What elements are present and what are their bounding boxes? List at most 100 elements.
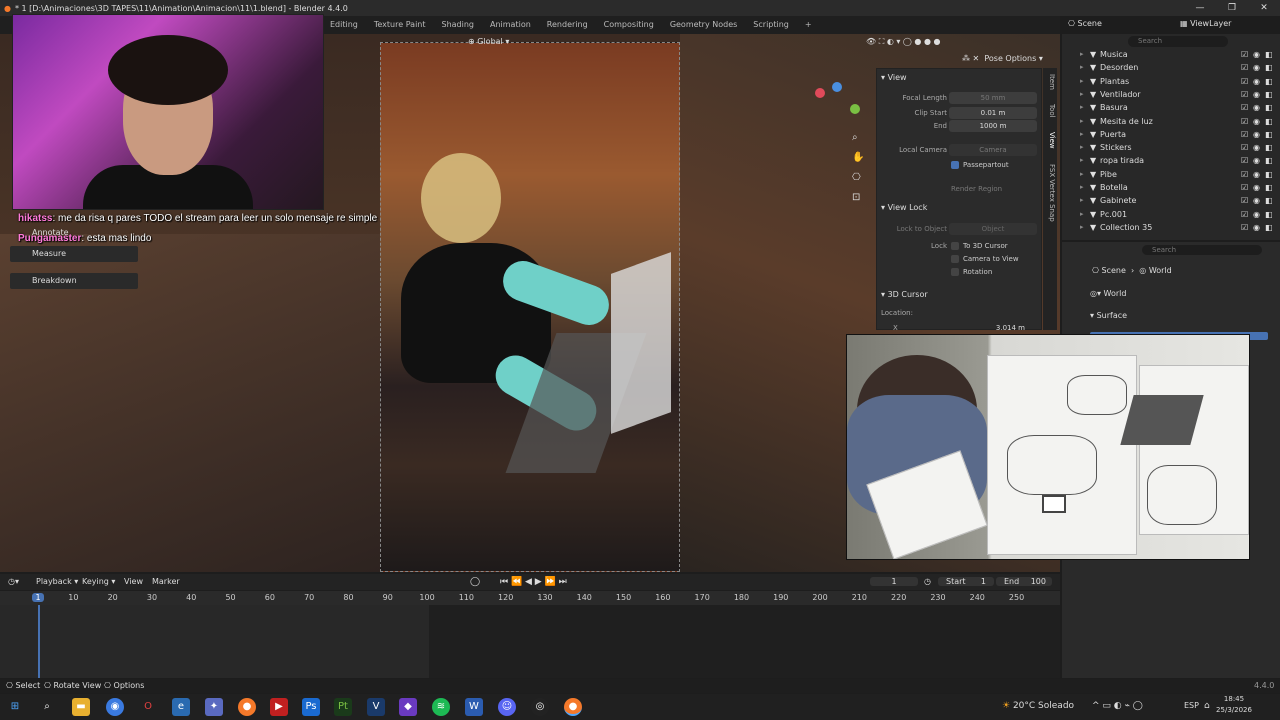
gizmo-z-icon[interactable] [832, 82, 842, 92]
render-camera-icon[interactable]: ◧ [1265, 48, 1273, 61]
render-camera-icon[interactable]: ◧ [1265, 128, 1273, 141]
tab-fsx-vertex-snap[interactable]: FSX Vertex Snap [1044, 164, 1056, 222]
language-indicator[interactable]: ESP [1184, 701, 1199, 710]
expand-arrow-icon[interactable]: ▸ [1080, 115, 1084, 128]
visibility-eye-icon[interactable]: ◉ [1253, 141, 1260, 154]
expand-arrow-icon[interactable]: ▸ [1080, 181, 1084, 194]
render-camera-icon[interactable]: ◧ [1265, 75, 1273, 88]
passepartout-checkbox[interactable]: Passepartout [951, 158, 1009, 172]
tab-rendering[interactable]: Rendering [539, 16, 596, 34]
pose-options-button[interactable]: ⁂ ✕ Pose Options ▾ [962, 54, 1043, 63]
chrome-icon[interactable]: ◉ [106, 698, 124, 716]
include-checkbox-icon[interactable]: ☑ [1241, 75, 1248, 88]
camera-view-icon[interactable]: ⎔ [852, 172, 861, 183]
edge-icon[interactable]: e [172, 698, 190, 716]
render-camera-icon[interactable]: ◧ [1265, 141, 1273, 154]
visibility-eye-icon[interactable]: ◉ [1253, 221, 1260, 234]
minimize-button[interactable]: — [1184, 0, 1216, 16]
outliner-item[interactable]: ▸ ▼ Mesita de luz ☑ ◉ ◧ [1062, 115, 1280, 128]
tab-shading[interactable]: Shading [434, 16, 483, 34]
include-checkbox-icon[interactable]: ☑ [1241, 115, 1248, 128]
surface-panel-header[interactable]: ▾ Surface [1090, 311, 1127, 320]
expand-arrow-icon[interactable]: ▸ [1080, 168, 1084, 181]
word-icon[interactable]: W [465, 698, 483, 716]
visibility-eye-icon[interactable]: ◉ [1253, 115, 1260, 128]
render-region-checkbox[interactable]: Render Region [951, 182, 1002, 196]
clock-date[interactable]: 25/3/2026 [1208, 706, 1260, 714]
include-checkbox-icon[interactable]: ☑ [1241, 88, 1248, 101]
add-workspace-button[interactable]: + [797, 16, 820, 34]
render-camera-icon[interactable]: ◧ [1265, 221, 1273, 234]
visibility-eye-icon[interactable]: ◉ [1253, 48, 1260, 61]
view-layer-selector[interactable]: ▦ ViewLayer [1180, 19, 1231, 28]
tab-texture-paint[interactable]: Texture Paint [366, 16, 434, 34]
lock-to-object-field[interactable]: Object [949, 223, 1037, 235]
include-checkbox-icon[interactable]: ☑ [1241, 141, 1248, 154]
outliner-item[interactable]: ▸ ▼ Basura ☑ ◉ ◧ [1062, 101, 1280, 114]
include-checkbox-icon[interactable]: ☑ [1241, 154, 1248, 167]
blender-app-icon[interactable]: ● [238, 698, 256, 716]
visibility-eye-icon[interactable]: ◉ [1253, 208, 1260, 221]
include-checkbox-icon[interactable]: ☑ [1241, 181, 1248, 194]
render-camera-icon[interactable]: ◧ [1265, 194, 1273, 207]
properties-search[interactable]: Search [1142, 245, 1262, 255]
tool-measure[interactable]: Measure [10, 246, 138, 262]
tab-compositing[interactable]: Compositing [596, 16, 662, 34]
v-app-icon[interactable]: V [367, 698, 385, 716]
visibility-eye-icon[interactable]: ◉ [1253, 168, 1260, 181]
tab-scripting[interactable]: Scripting [745, 16, 797, 34]
editor-type-icon[interactable]: ◷▾ [8, 577, 19, 586]
include-checkbox-icon[interactable]: ☑ [1241, 128, 1248, 141]
timeline-ruler[interactable]: 1 10 20 30 40 50 60 70 80 90 100 110 120 130 140 150 160… [0, 591, 1060, 605]
windows-start-icon[interactable]: ⊞ [6, 698, 24, 716]
outliner-item[interactable]: ▸ ▼ Plantas ☑ ◉ ◧ [1062, 75, 1280, 88]
gizmo-x-icon[interactable] [815, 88, 825, 98]
clip-end-field[interactable]: 1000 m [949, 120, 1037, 132]
tab-tool[interactable]: Tool [1044, 104, 1056, 118]
breadcrumb-world[interactable]: World [1149, 266, 1172, 275]
opera-icon[interactable]: O [139, 698, 157, 716]
include-checkbox-icon[interactable]: ☑ [1241, 168, 1248, 181]
tab-geometry-nodes[interactable]: Geometry Nodes [662, 16, 745, 34]
world-selector[interactable]: ◎▾ World [1090, 289, 1126, 298]
playback-controls[interactable]: ⏮ ⏪ ◀ ▶ ⏩ ⏭ [500, 577, 567, 587]
tab-editing[interactable]: Editing [322, 16, 366, 34]
render-camera-icon[interactable]: ◧ [1265, 101, 1273, 114]
visibility-eye-icon[interactable]: ◉ [1253, 181, 1260, 194]
include-checkbox-icon[interactable]: ☑ [1241, 101, 1248, 114]
gizmo-y-icon[interactable] [850, 104, 860, 114]
expand-arrow-icon[interactable]: ▸ [1080, 48, 1084, 61]
end-frame-field[interactable]: End 100 [996, 577, 1052, 586]
camera-to-view-checkbox[interactable]: Camera to View [951, 252, 1019, 266]
photoshop-icon[interactable]: Ps [302, 698, 320, 716]
outliner-item[interactable]: ▸ ▼ Pibe ☑ ◉ ◧ [1062, 168, 1280, 181]
discord-icon[interactable]: ☺ [498, 698, 516, 716]
view-menu[interactable]: View [124, 577, 143, 586]
auto-keying-icon[interactable]: ◯ [470, 577, 480, 587]
outliner-item[interactable]: ▸ ▼ Pc.001 ☑ ◉ ◧ [1062, 208, 1280, 221]
to-3d-cursor-checkbox[interactable]: To 3D Cursor [951, 239, 1008, 253]
visibility-eye-icon[interactable]: ◉ [1253, 194, 1260, 207]
playhead[interactable] [38, 605, 40, 678]
outliner-item[interactable]: ▸ ▼ Desorden ☑ ◉ ◧ [1062, 61, 1280, 74]
visibility-eye-icon[interactable]: ◉ [1253, 128, 1260, 141]
close-button[interactable]: ✕ [1248, 0, 1280, 16]
expand-arrow-icon[interactable]: ▸ [1080, 128, 1084, 141]
expand-arrow-icon[interactable]: ▸ [1080, 221, 1084, 234]
render-camera-icon[interactable]: ◧ [1265, 181, 1273, 194]
visibility-eye-icon[interactable]: ◉ [1253, 88, 1260, 101]
weather-widget[interactable]: ☀ 20°C Soleado [1002, 701, 1074, 711]
tab-view[interactable]: View [1044, 132, 1056, 149]
timeline-body[interactable] [0, 605, 1060, 678]
keying-menu[interactable]: Keying ▾ [82, 577, 115, 586]
cursor-x-field[interactable]: 3.014 m [996, 321, 1025, 335]
current-frame-field[interactable]: 1 [870, 577, 918, 586]
include-checkbox-icon[interactable]: ☑ [1241, 48, 1248, 61]
expand-arrow-icon[interactable]: ▸ [1080, 141, 1084, 154]
expand-arrow-icon[interactable]: ▸ [1080, 154, 1084, 167]
visibility-eye-icon[interactable]: ◉ [1253, 154, 1260, 167]
local-camera-field[interactable]: Camera [949, 144, 1037, 156]
viewport-overlay-icons[interactable]: 👁 ⛶ ◐ ▾ ◯ ● ● ● [866, 37, 940, 47]
pt-app-icon[interactable]: Pt [334, 698, 352, 716]
tool-annotate[interactable]: Annotate [10, 225, 138, 241]
